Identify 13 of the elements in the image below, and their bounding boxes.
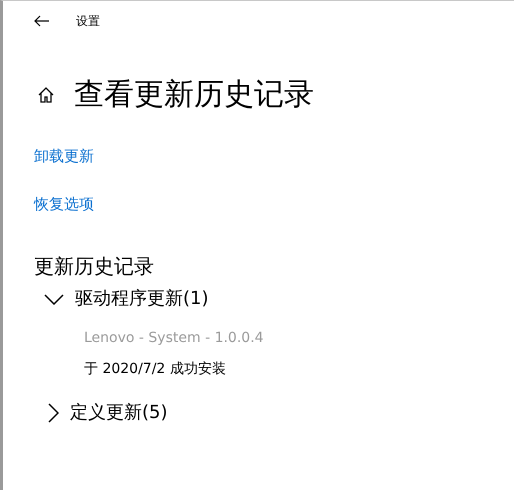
page-title: 查看更新历史记录 [74,76,314,114]
link[interactable]: 恢复选项 [34,195,94,214]
update-name: Lenovo - System - 1.0.0.4 [84,330,264,346]
home-icon[interactable] [38,87,54,103]
update-status: 于 2020/7/2 成功安装 [84,360,226,378]
chevron-right-icon [48,403,59,423]
update-group-toggle[interactable]: 定义更新(5) [34,400,168,426]
update-group-toggle[interactable]: 驱动程序更新(1) [34,286,208,312]
back-arrow-icon[interactable] [34,15,50,27]
chevron-down-icon [44,294,64,304]
window-title: 设置 [76,12,100,30]
link[interactable]: 卸载更新 [34,147,94,166]
section-title: 更新历史记录 [34,253,154,280]
